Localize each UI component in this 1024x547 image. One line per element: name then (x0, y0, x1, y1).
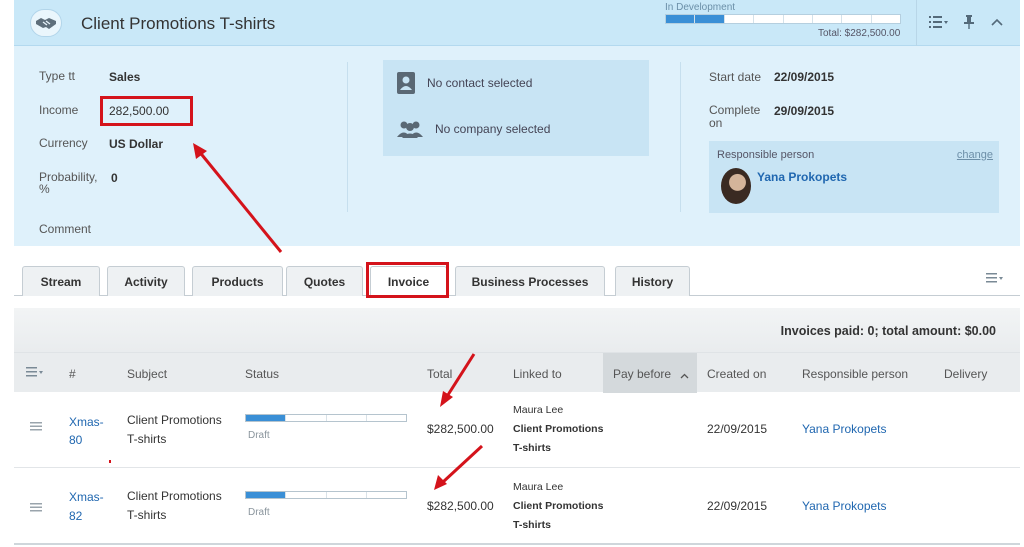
grid-header: # Subject Status Total Linked to Pay bef… (14, 352, 1020, 393)
contact-card-icon (397, 72, 415, 94)
pin-icon[interactable] (960, 12, 978, 32)
grid-bottom-border (14, 543, 1020, 545)
tab-activity[interactable]: Activity (107, 266, 185, 296)
responsible-link[interactable]: Yana Prokopets (802, 422, 887, 436)
status-segment (286, 415, 327, 421)
status-segment (367, 492, 406, 498)
header-divider (916, 0, 917, 46)
responsible-link[interactable]: Yana Prokopets (802, 499, 887, 513)
status-label: Draft (248, 430, 270, 441)
column-responsible[interactable]: Responsible person (802, 367, 908, 381)
column-divider (680, 62, 681, 212)
invoice-number-link[interactable]: Xmas- 82 (69, 488, 104, 526)
tab-stream[interactable]: Stream (22, 266, 100, 296)
status-label: Draft (248, 507, 270, 518)
stage-total: Total: $282,500.00 (818, 28, 901, 39)
column-divider (347, 62, 348, 212)
handshake-icon (30, 9, 62, 37)
tab-quotes[interactable]: Quotes (286, 266, 363, 296)
invoice-total: $282,500.00 (427, 422, 494, 436)
status-segment (246, 415, 287, 421)
stage-segment[interactable] (666, 15, 696, 23)
deal-title: Client Promotions T-shirts (81, 14, 276, 33)
collapse-chevron-icon[interactable] (988, 12, 1006, 32)
list-menu-icon[interactable] (926, 12, 952, 32)
grid-toolbar: Invoices paid: 0; total amount: $0.00 (14, 308, 1020, 352)
grid-settings-icon[interactable] (26, 366, 44, 380)
company-row[interactable]: No company selected (397, 120, 550, 138)
invoice-summary: Invoices paid: 0; total amount: $0.00 (780, 324, 996, 338)
stage-label: In Development (665, 2, 736, 13)
responsible-name-link[interactable]: Yana Prokopets (757, 170, 847, 184)
responsible-box: Responsible person change Yana Prokopets (709, 141, 999, 213)
invoice-total: $282,500.00 (427, 499, 494, 513)
sort-asc-chevron-icon[interactable] (680, 368, 689, 382)
field-type: Type tt Sales (39, 69, 141, 84)
column-created-on[interactable]: Created on (707, 367, 766, 381)
stage-segment[interactable] (813, 15, 843, 23)
status-segment (367, 415, 406, 421)
red-mark (109, 460, 111, 463)
status-progress-bar[interactable] (245, 491, 407, 499)
field-probability: Probability, % 0 (39, 170, 118, 196)
created-on: 22/09/2015 (707, 499, 768, 513)
invoice-number-link[interactable]: Xmas- 80 (69, 413, 104, 449)
field-comment: Comment (39, 222, 92, 236)
tab-menu-icon[interactable] (986, 272, 1004, 286)
tab-bar: Stream Activity Products Quotes Invoice … (14, 266, 1020, 297)
company-placeholder: No company selected (435, 122, 551, 136)
deal-header: Client Promotions T-shirts In Developmen… (14, 0, 1020, 46)
field-currency: Currency US Dollar (39, 136, 164, 151)
stage-progress-bar[interactable] (665, 14, 901, 24)
income-highlight (100, 96, 193, 126)
company-people-icon (397, 121, 423, 138)
stage-segment[interactable] (784, 15, 813, 23)
linked-to: Maura Lee Client Promotions T-shirts (513, 481, 604, 531)
table-row[interactable]: Xmas- 80 Client Promotions T-shirts Draf… (14, 392, 1020, 468)
avatar (721, 168, 751, 204)
start-date-row: Start date 22/09/2015 (709, 70, 835, 84)
column-subject[interactable]: Subject (127, 367, 167, 381)
stage-segment[interactable] (754, 15, 784, 23)
row-menu-icon[interactable] (30, 501, 42, 515)
stage-segment[interactable] (725, 15, 755, 23)
tab-business-processes[interactable]: Business Processes (455, 266, 605, 296)
status-progress-bar[interactable] (245, 414, 407, 422)
created-on: 22/09/2015 (707, 422, 768, 436)
column-pay-before[interactable]: Pay before (613, 367, 671, 381)
stage-segment[interactable] (695, 15, 725, 23)
change-responsible-link[interactable]: change (957, 149, 993, 161)
linked-to: Maura Lee Client Promotions T-shirts (513, 404, 604, 454)
column-delivery[interactable]: Delivery (944, 367, 987, 381)
tab-history[interactable]: History (615, 266, 690, 296)
column-linked-to[interactable]: Linked to (513, 367, 562, 381)
table-row[interactable]: Xmas- 82 Client Promotions T-shirts Draf… (14, 468, 1020, 544)
status-segment (246, 492, 287, 498)
client-box: No contact selected No company selected (383, 60, 649, 156)
column-total[interactable]: Total (427, 367, 452, 381)
contact-row[interactable]: No contact selected (397, 72, 532, 94)
status-segment (327, 415, 367, 421)
stage-segment[interactable] (842, 15, 872, 23)
invoice-subject: Client Promotions T-shirts (127, 413, 222, 446)
column-number[interactable]: # (69, 367, 76, 381)
status-segment (286, 492, 327, 498)
invoice-tab-highlight (366, 262, 449, 298)
row-menu-icon[interactable] (30, 420, 42, 434)
invoice-subject: Client Promotions T-shirts (127, 489, 222, 522)
contact-placeholder: No contact selected (427, 76, 533, 90)
tab-products[interactable]: Products (192, 266, 283, 296)
column-status[interactable]: Status (245, 367, 279, 381)
status-segment (327, 492, 367, 498)
complete-date-row: Complete on 29/09/2015 (709, 103, 835, 130)
stage-segment[interactable] (872, 15, 900, 23)
